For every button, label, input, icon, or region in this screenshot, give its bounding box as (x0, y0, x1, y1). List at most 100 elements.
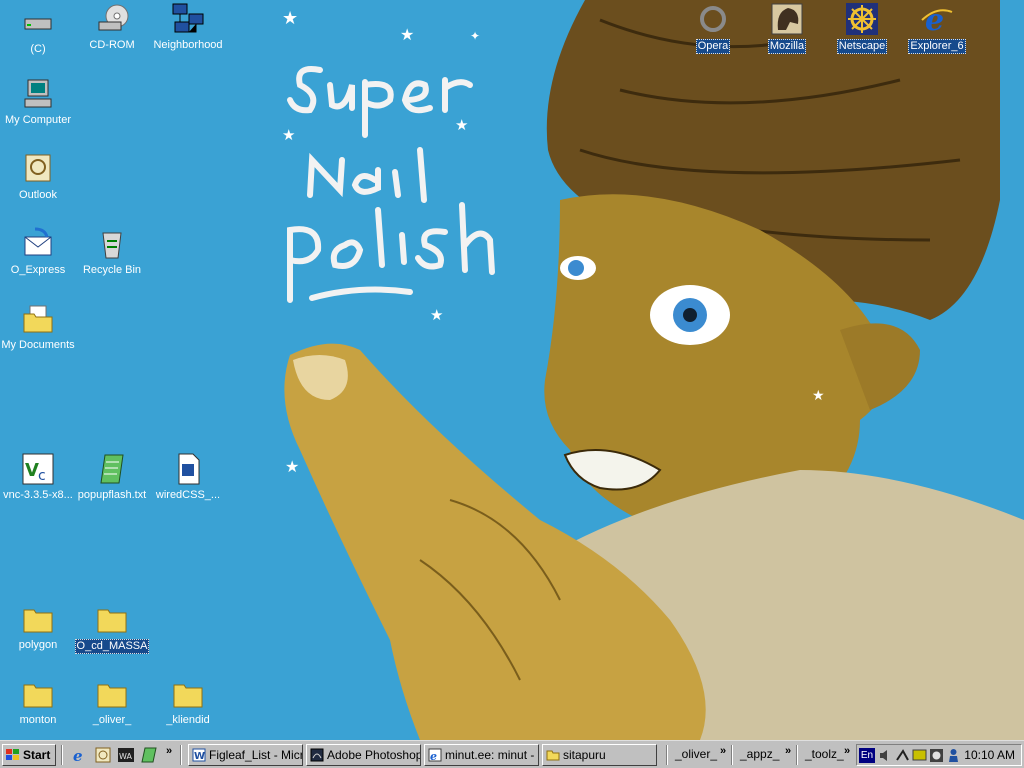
taskbar-separator (731, 745, 733, 765)
connection-icon[interactable] (895, 748, 910, 763)
desktop-icon-drive-c[interactable]: (C) (0, 6, 76, 56)
wallpaper-artwork: ★ ★ ★ ★ ★ ★ ★ ✦ (282, 0, 1024, 740)
volume-icon[interactable] (878, 748, 893, 763)
desktop-icon-recycle-bin[interactable]: Recycle Bin (74, 227, 150, 277)
desktop-icon-vnc[interactable]: Vc vnc-3.3.5-x8... (0, 452, 76, 502)
drive-icon (21, 6, 55, 40)
photoshop-icon (310, 748, 324, 762)
desktop-icon-kliendid[interactable]: _kliendid (150, 677, 226, 727)
language-indicator[interactable]: En (859, 748, 875, 763)
desktop-icon-label: My Documents (1, 339, 75, 351)
desktop-icon-label: Neighborhood (153, 39, 223, 51)
svg-text:WA: WA (119, 752, 132, 761)
svg-text:★: ★ (455, 116, 468, 134)
desktop-icon-label: vnc-3.3.5-x8... (3, 489, 73, 501)
toolbar-chevron-icon[interactable]: » (720, 745, 726, 757)
folder-icon (21, 302, 55, 336)
folder-icon (21, 677, 55, 711)
taskbar-separator (666, 745, 668, 765)
quicklaunch-winamp-icon[interactable]: WA (118, 747, 134, 763)
start-label: Start (23, 748, 51, 762)
word-icon: W (192, 748, 206, 762)
desktop-icon-label: popupflash.txt (77, 489, 147, 501)
desktop-icon-opera[interactable]: Opera (675, 2, 751, 54)
start-button[interactable]: Start (2, 744, 56, 766)
desktop-icon-oliver[interactable]: _oliver_ (74, 677, 150, 727)
quicklaunch-ie-icon[interactable]: e (72, 747, 88, 763)
svg-text:e: e (73, 747, 83, 763)
desktop-icon-label: Netscape (836, 39, 888, 54)
desktop-icon-cdrom[interactable]: CD-ROM (74, 2, 150, 52)
taskbar-separator (61, 745, 63, 765)
toolbar-chevron-icon[interactable]: » (844, 745, 850, 757)
toolbar-appz[interactable]: _appz_ (737, 744, 783, 766)
desktop-icon-netscape[interactable]: Netscape (824, 2, 900, 54)
user-icon[interactable] (946, 748, 961, 763)
svg-text:c: c (38, 468, 46, 484)
desktop-icon-my-computer[interactable]: My Computer (0, 77, 76, 127)
desktop-icon-wiredcss[interactable]: wiredCSS_... (150, 452, 226, 502)
task-label: sitapuru (563, 748, 606, 762)
desktop-icon-label: O_Express (10, 264, 66, 276)
desktop-icon-label: (C) (30, 43, 46, 55)
desktop-icon-label: monton (19, 714, 57, 726)
desktop-icon-label: _oliver_ (92, 714, 132, 726)
toolbar-chevron-icon[interactable]: » (785, 745, 791, 757)
quicklaunch-chevron-icon[interactable]: » (166, 745, 172, 757)
internet-explorer-icon: e (920, 2, 954, 38)
desktop-icon-label: _kliendid (166, 714, 210, 726)
quicklaunch-notepad-icon[interactable] (141, 747, 157, 763)
desktop-icon-o-cd-massa[interactable]: O_cd_MASSA (74, 602, 150, 654)
desktop-icon-label: O_cd_MASSA (74, 639, 150, 654)
scheduler-icon[interactable] (929, 748, 944, 763)
display-icon[interactable] (912, 748, 927, 763)
cdrom-icon (95, 2, 129, 36)
desktop-icon-mozilla[interactable]: Mozilla (749, 2, 825, 54)
opera-icon (696, 2, 730, 36)
svg-text:e: e (925, 3, 944, 36)
svg-text:★: ★ (282, 8, 298, 29)
task-button-sitapuru[interactable]: sitapuru (542, 744, 657, 766)
desktop-icon-label: Outlook (19, 189, 57, 201)
text-file-icon (95, 452, 129, 486)
desktop-icon-label: Recycle Bin (82, 264, 142, 276)
desktop-icon-outlook[interactable]: Outlook (0, 152, 76, 202)
desktop-icon-label: My Computer (4, 114, 72, 126)
ie-window-icon: e (428, 748, 442, 763)
desktop-icon-popupflash[interactable]: popupflash.txt (74, 452, 150, 502)
desktop-icon-label: Mozilla (767, 39, 807, 54)
task-label: Adobe Photoshop (327, 748, 421, 762)
document-icon (171, 452, 205, 486)
task-button-figleaf[interactable]: W Figleaf_List - Micr... (188, 744, 303, 766)
desktop-icon-o-express[interactable]: O_Express (0, 227, 76, 277)
desktop-icon-label: polygon (18, 639, 58, 651)
desktop-icon-explorer-6[interactable]: e Explorer_6 (899, 2, 975, 54)
svg-text:e: e (430, 750, 437, 762)
svg-text:★: ★ (285, 457, 299, 476)
computer-icon (21, 77, 55, 111)
folder-icon (95, 677, 129, 711)
system-tray: En 10:10 AM (856, 744, 1022, 766)
desktop-icon-my-documents[interactable]: My Documents (0, 302, 76, 352)
folder-icon (171, 677, 205, 711)
netscape-icon (845, 2, 879, 36)
folder-icon (546, 748, 560, 762)
desktop-icon-polygon[interactable]: polygon (0, 602, 76, 652)
svg-text:★: ★ (430, 306, 443, 324)
desktop-icon-label: Explorer_6 (908, 39, 966, 54)
clock[interactable]: 10:10 AM (964, 748, 1015, 762)
desktop-icon-neighborhood[interactable]: Neighborhood (150, 2, 226, 52)
folder-icon (95, 602, 129, 636)
quicklaunch-outlook-icon[interactable] (95, 747, 111, 763)
toolbar-toolz[interactable]: _toolz_ (802, 744, 844, 766)
taskbar-separator (180, 745, 182, 765)
toolbar-oliver[interactable]: _oliver_ (672, 744, 718, 766)
taskbar: Start e WA » W Figleaf_List - Micr... Ado… (0, 740, 1024, 768)
vnc-icon: Vc (21, 452, 55, 486)
svg-text:W: W (194, 751, 205, 762)
task-button-photoshop[interactable]: Adobe Photoshop (306, 744, 421, 766)
desktop-icon-monton[interactable]: monton (0, 677, 76, 727)
desktop: ★ ★ ★ ★ ★ ★ ★ ✦ (C) CD-ROM Neighborhood … (0, 0, 1024, 740)
task-button-minut[interactable]: e minut.ee: minut - ... (424, 744, 539, 766)
recycle-bin-icon (95, 227, 129, 261)
